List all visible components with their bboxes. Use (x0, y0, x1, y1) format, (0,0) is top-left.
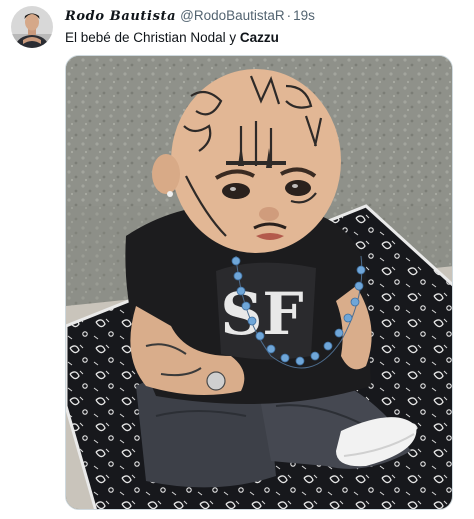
tweet-header: Rodo Bautista @RodoBautistaR · 19s (65, 8, 315, 26)
tweet-text-body: El bebé de Christian Nodal y (65, 30, 240, 45)
tweet-text: El bebé de Christian Nodal y Cazzu (65, 30, 279, 45)
tweet[interactable]: Rodo Bautista @RodoBautistaR · 19s El be… (0, 0, 474, 519)
tweet-media[interactable]: SF (65, 55, 453, 510)
separator-dot: · (286, 8, 292, 23)
display-name[interactable]: Rodo Bautista (65, 9, 176, 24)
tweet-text-bold: Cazzu (239, 30, 279, 45)
user-handle[interactable]: @RodoBautistaR (180, 8, 285, 23)
timestamp[interactable]: 19s (293, 8, 315, 23)
tattooed-baby-doll-photo-icon: SF (66, 56, 452, 509)
profile-photo-icon (11, 6, 53, 48)
avatar[interactable] (11, 6, 53, 48)
